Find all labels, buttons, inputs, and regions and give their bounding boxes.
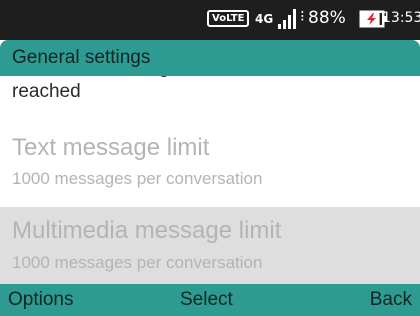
data-activity-icon: ⁝: [300, 7, 305, 25]
list-item-multimedia-message-limit[interactable]: Multimedia message limit 1000 messages p…: [0, 207, 420, 284]
clock: 13:53: [382, 10, 420, 26]
volte-indicator: VoLTE: [207, 10, 250, 27]
app-header: General settings: [0, 40, 420, 76]
list-item-subtitle: 1000 messages per conversation: [12, 169, 263, 188]
network-type: 4G: [255, 12, 274, 26]
list-item-subtitle: 1000 messages per conversation: [12, 253, 263, 272]
back-softkey[interactable]: Back: [370, 289, 412, 311]
options-softkey[interactable]: Options: [8, 289, 73, 311]
list-item-text-message-limit[interactable]: Text message limit 1000 messages per con…: [0, 128, 420, 198]
settings-list[interactable]: Delete old messages as limits are reache…: [0, 76, 420, 284]
page-title: General settings: [12, 47, 151, 68]
battery-percent: 88%: [308, 8, 346, 28]
signal-icon: [278, 9, 296, 29]
list-item-delete-old-messages[interactable]: Delete old messages as limits are reache…: [0, 76, 420, 118]
list-item-title: Text message limit: [12, 134, 210, 161]
list-item-description: Delete old messages as limits are reache…: [12, 76, 296, 102]
softkey-bar: Options Select Back: [0, 284, 420, 316]
list-item-title: Multimedia message limit: [12, 217, 282, 244]
status-bar: VoLTE 4G ⁝ 88% 13:53: [0, 0, 420, 40]
select-softkey[interactable]: Select: [180, 289, 233, 311]
